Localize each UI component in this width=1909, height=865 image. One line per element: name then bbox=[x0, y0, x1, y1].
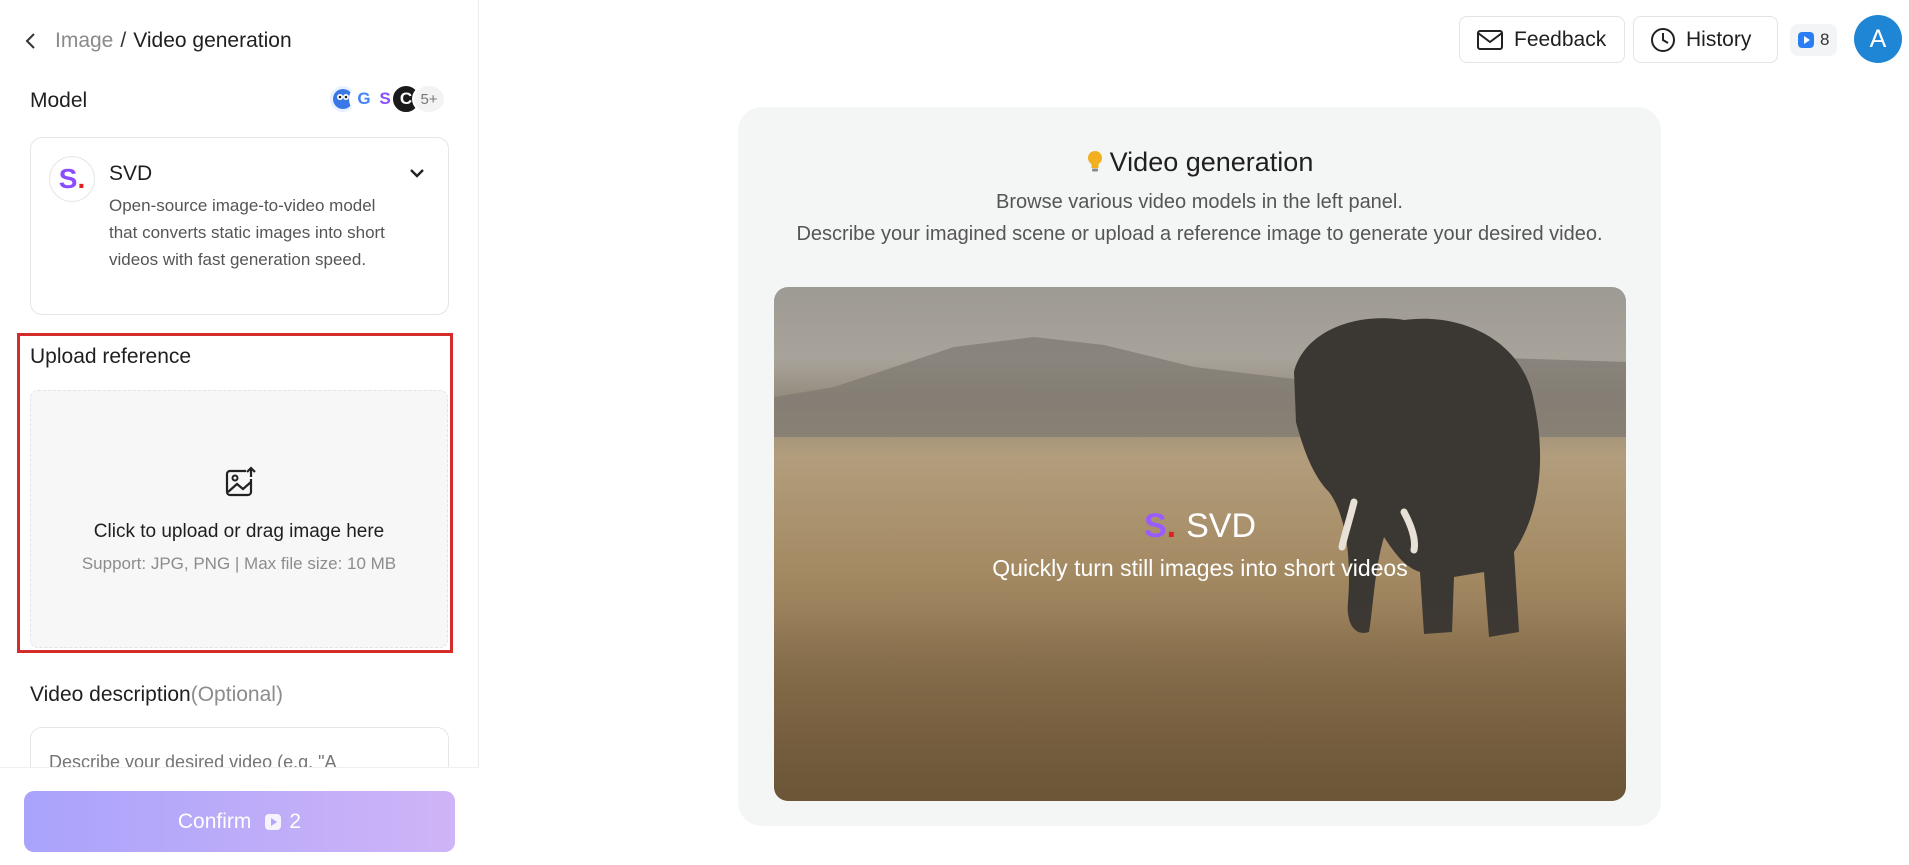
preview-brand: S. SVD bbox=[774, 507, 1626, 546]
grass-shade bbox=[774, 601, 1626, 801]
upload-title: Upload reference bbox=[30, 345, 192, 368]
confirm-label: Confirm bbox=[177, 809, 252, 833]
mail-icon bbox=[1477, 29, 1503, 50]
upload-main-text: Click to upload or drag image here bbox=[93, 521, 385, 542]
model-description: Open-source image-to-video model that co… bbox=[109, 196, 385, 269]
credits-value: 8 bbox=[1820, 30, 1830, 49]
credits-badge[interactable]: 8 bbox=[1790, 24, 1838, 56]
upload-support-text: Support: JPG, PNG | Max file size: 10 MB bbox=[81, 554, 397, 573]
breadcrumb-separator: / bbox=[120, 29, 127, 52]
model-name: SVD bbox=[109, 162, 153, 185]
history-label: History bbox=[1686, 27, 1752, 51]
optional-label: (Optional) bbox=[190, 683, 283, 706]
model-preview-image: S. SVD Quickly turn still images into sho… bbox=[774, 287, 1626, 801]
chevron-down-icon[interactable] bbox=[406, 162, 428, 184]
credit-icon bbox=[1798, 32, 1814, 48]
model-selector[interactable]: S. SVD Open-source image-to-video model … bbox=[30, 137, 449, 315]
left-panel: Image / Video generation Model G S C 5+ … bbox=[0, 0, 479, 865]
breadcrumb-current: Video generation bbox=[133, 29, 292, 52]
page-title-text: Video generation bbox=[1109, 147, 1314, 177]
preview-tagline: Quickly turn still images into short vid… bbox=[992, 555, 1408, 581]
svd-logo-letter: S bbox=[58, 163, 78, 194]
confirm-cost-value: 2 bbox=[289, 809, 302, 833]
preview-brand-dot: . bbox=[1166, 507, 1177, 545]
image-upload-icon bbox=[225, 466, 256, 497]
breadcrumb: Image / Video generation bbox=[25, 26, 292, 56]
upload-dropzone[interactable]: Click to upload or drag image here Suppo… bbox=[30, 390, 448, 648]
more-models-badge: 5+ bbox=[412, 84, 446, 114]
feedback-button[interactable]: Feedback bbox=[1459, 16, 1625, 63]
credit-icon bbox=[265, 813, 282, 830]
confirm-button[interactable]: Confirm 2 bbox=[24, 791, 455, 852]
video-description-label: Video description bbox=[30, 683, 191, 706]
user-avatar[interactable]: A bbox=[1854, 15, 1902, 63]
clock-icon bbox=[1651, 27, 1675, 52]
intro-line-2: Describe your imagined scene or upload a… bbox=[796, 223, 1603, 245]
video-description-title: Video description(Optional) bbox=[30, 683, 283, 707]
preview-brand-name: SVD bbox=[1186, 507, 1257, 545]
svd-logo-icon: S. bbox=[49, 156, 95, 202]
model-label: Model bbox=[30, 89, 88, 112]
page-title: Video generation bbox=[738, 147, 1661, 178]
model-avatars[interactable]: G S C 5+ bbox=[328, 84, 446, 114]
intro-line-1: Browse various video models in the left … bbox=[996, 191, 1403, 213]
preview-brand-letter: S bbox=[1143, 507, 1167, 545]
lightbulb-icon bbox=[1087, 151, 1102, 172]
history-button[interactable]: History bbox=[1633, 16, 1778, 63]
feedback-label: Feedback bbox=[1514, 27, 1607, 51]
back-icon[interactable] bbox=[25, 31, 45, 51]
breadcrumb-parent[interactable]: Image bbox=[55, 29, 113, 53]
confirm-cost: 2 bbox=[265, 810, 301, 834]
welcome-card: Video generation Browse various video mo… bbox=[738, 107, 1661, 826]
